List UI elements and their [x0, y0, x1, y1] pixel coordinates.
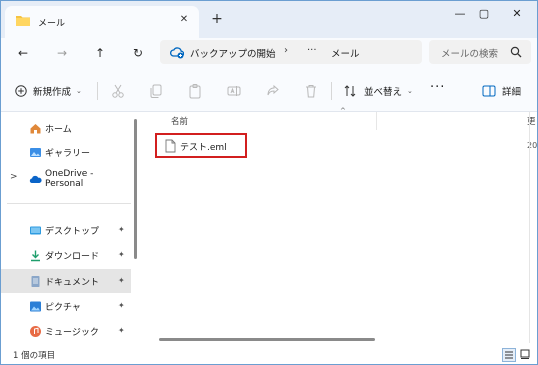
details-view-button[interactable] — [502, 348, 516, 362]
details-pane-button[interactable]: 詳細 — [482, 84, 521, 98]
refresh-button[interactable]: ↻ — [129, 44, 147, 62]
chevron-down-icon: ⌄ — [407, 87, 413, 95]
sidebar-scrollbar[interactable] — [134, 119, 137, 259]
onedrive-icon — [29, 175, 42, 183]
sidebar-item-label: ホーム — [45, 124, 72, 135]
search-icon — [510, 46, 522, 58]
tab-title: メール — [38, 19, 66, 29]
sidebar-item-label: ドキュメント — [45, 277, 100, 288]
up-button[interactable]: ↑ — [91, 44, 109, 62]
divider — [331, 82, 332, 100]
navigation-bar: ← → ↑ ↻ バックアップの開始 › ··· メール メールの検索 — [1, 38, 537, 69]
new-button[interactable]: 新規作成 ⌄ — [15, 84, 82, 98]
sidebar-item-downloads[interactable]: ダウンロード ✦ — [1, 243, 131, 267]
tiles-view-button[interactable] — [519, 348, 533, 362]
sidebar-item-gallery[interactable]: ギャラリー — [1, 140, 131, 164]
address-bar[interactable]: バックアップの開始 › ··· メール — [160, 40, 422, 64]
file-explorer-window: メール ✕ + — ▢ ✕ ← → ↑ ↻ バックアップの開始 › ··· メー… — [0, 0, 538, 365]
list-view-icon — [505, 351, 513, 359]
home-icon — [30, 123, 41, 133]
navigation-pane: ホーム ギャラリー > OneDrive - Personal デスクトップ ✦ — [1, 112, 141, 343]
sidebar-item-home[interactable]: ホーム — [1, 116, 131, 140]
search-input[interactable]: メールの検索 — [441, 46, 498, 60]
close-button[interactable]: ✕ — [495, 1, 537, 29]
music-icon — [30, 325, 41, 337]
pictures-icon — [30, 301, 41, 311]
horizontal-scrollbar[interactable] — [159, 338, 375, 341]
search-box[interactable]: メールの検索 — [429, 40, 531, 64]
desktop-icon — [30, 226, 41, 234]
sidebar-item-onedrive[interactable]: OneDrive - Personal — [1, 167, 131, 191]
sidebar-item-label: ギャラリー — [45, 148, 91, 159]
sidebar-item-pictures[interactable]: ピクチャ ✦ — [1, 294, 131, 318]
column-header-name[interactable]: 名前 — [171, 115, 188, 127]
breadcrumb-mail[interactable]: メール — [331, 46, 360, 60]
status-bar: 1 個の項目 — [1, 343, 537, 364]
sort-indicator-icon: ^ — [340, 107, 346, 115]
table-row[interactable]: テスト.eml — [155, 133, 247, 158]
back-button[interactable]: ← — [14, 44, 32, 62]
copy-icon[interactable] — [148, 83, 164, 99]
divider — [97, 82, 98, 100]
title-bar: メール ✕ + — ▢ ✕ — [1, 1, 537, 38]
command-bar: 新規作成 ⌄ 並べ替え ⌄ ··· 詳細 — [1, 69, 537, 112]
delete-icon[interactable] — [303, 83, 319, 99]
breadcrumb-overflow[interactable]: ··· — [307, 45, 317, 56]
sidebar-item-label: デスクトップ — [45, 226, 100, 237]
file-list-pane: ^ 名前 更 テスト.eml 20 — [141, 107, 537, 343]
more-options-button[interactable]: ··· — [430, 80, 445, 95]
documents-icon — [31, 275, 40, 287]
tab-close-icon[interactable]: ✕ — [177, 13, 191, 27]
pin-icon: ✦ — [118, 326, 125, 335]
sidebar-item-label: ミュージック — [45, 327, 99, 338]
breadcrumb-backup[interactable]: バックアップの開始 — [190, 46, 276, 60]
tab-mail[interactable]: メール ✕ — [5, 6, 199, 38]
sidebar-item-desktop[interactable]: デスクトップ ✦ — [1, 218, 131, 242]
item-count: 1 個の項目 — [13, 351, 56, 361]
vertical-scrollbar-track[interactable] — [529, 112, 530, 343]
sidebar-item-label: ダウンロード — [45, 251, 100, 262]
column-divider[interactable] — [376, 112, 377, 130]
cut-icon[interactable] — [110, 83, 126, 99]
pin-icon: ✦ — [118, 276, 125, 285]
sidebar-item-music[interactable]: ミュージック ✦ — [1, 319, 131, 343]
pin-icon: ✦ — [118, 225, 125, 234]
sort-icon — [344, 85, 356, 97]
folder-icon — [16, 16, 30, 26]
sort-button[interactable]: 並べ替え ⌄ — [344, 84, 413, 98]
sidebar-item-documents[interactable]: ドキュメント ✦ — [1, 269, 131, 293]
sidebar-item-label: OneDrive - Personal — [45, 169, 94, 189]
chevron-down-icon: ⌄ — [76, 87, 82, 95]
sort-label: 並べ替え — [364, 87, 403, 98]
cloud-backup-icon — [170, 47, 184, 59]
details-pane-icon — [482, 85, 496, 97]
paste-icon[interactable] — [187, 83, 203, 99]
download-icon — [31, 250, 40, 261]
sidebar-item-label: ピクチャ — [45, 302, 81, 313]
rename-icon[interactable] — [226, 83, 242, 99]
pin-icon: ✦ — [118, 301, 125, 310]
divider — [7, 203, 131, 204]
pin-icon: ✦ — [118, 250, 125, 259]
new-label: 新規作成 — [33, 87, 72, 98]
file-icon — [165, 139, 176, 153]
forward-button[interactable]: → — [53, 44, 71, 62]
plus-circle-icon — [15, 85, 27, 97]
share-icon[interactable] — [265, 83, 281, 99]
details-label: 詳細 — [502, 87, 522, 98]
gallery-icon — [30, 147, 41, 157]
new-tab-button[interactable]: + — [209, 11, 225, 27]
tiles-view-icon — [520, 349, 530, 359]
file-name: テスト.eml — [180, 143, 227, 153]
breadcrumb-separator[interactable]: › — [284, 45, 288, 56]
